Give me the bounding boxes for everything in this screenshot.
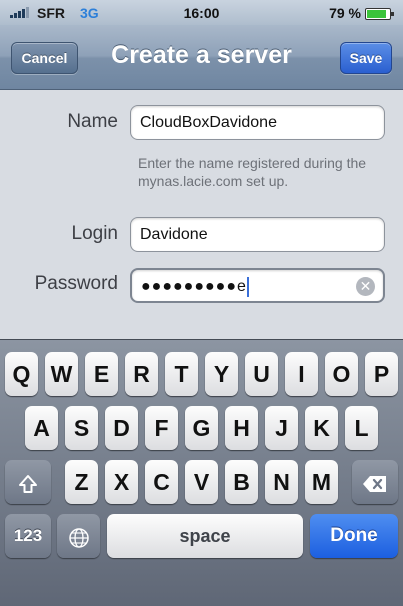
battery-icon xyxy=(365,8,394,20)
login-label: Login xyxy=(71,223,119,244)
status-bar: SFR 3G 16:00 79 % xyxy=(0,0,403,25)
key-r[interactable]: R xyxy=(125,352,158,396)
password-last-char: e xyxy=(236,278,246,295)
password-field[interactable]: ●●●●●●●●●e ✕ xyxy=(130,268,385,303)
key-o[interactable]: O xyxy=(325,352,358,396)
shift-key[interactable] xyxy=(5,460,51,504)
server-form: Name CloudBoxDavidone Enter the name reg… xyxy=(0,90,403,338)
key-g[interactable]: G xyxy=(185,406,218,450)
key-b[interactable]: B xyxy=(225,460,258,504)
key-v[interactable]: V xyxy=(185,460,218,504)
space-key[interactable]: space xyxy=(107,514,303,558)
key-k[interactable]: K xyxy=(305,406,338,450)
key-w[interactable]: W xyxy=(45,352,78,396)
key-e[interactable]: E xyxy=(85,352,118,396)
shift-arrow-icon xyxy=(19,474,37,493)
save-button[interactable]: Save xyxy=(340,42,392,74)
clear-text-icon[interactable]: ✕ xyxy=(356,277,375,296)
key-z[interactable]: Z xyxy=(65,460,98,504)
key-u[interactable]: U xyxy=(245,352,278,396)
key-n[interactable]: N xyxy=(265,460,298,504)
key-l[interactable]: L xyxy=(345,406,378,450)
globe-icon xyxy=(68,528,89,548)
key-y[interactable]: Y xyxy=(205,352,238,396)
key-m[interactable]: M xyxy=(305,460,338,504)
screen: SFR 3G 16:00 79 % Cancel Create a server… xyxy=(0,0,403,606)
key-p[interactable]: P xyxy=(365,352,398,396)
name-help-text: Enter the name registered during the myn… xyxy=(138,155,367,189)
navigation-bar: Cancel Create a server Save xyxy=(0,25,403,90)
name-label: Name xyxy=(67,111,118,132)
login-field[interactable]: Davidone xyxy=(130,217,385,252)
key-x[interactable]: X xyxy=(105,460,138,504)
backspace-icon xyxy=(363,475,386,492)
key-s[interactable]: S xyxy=(65,406,98,450)
keyboard: Q W E R T Y U I O P A S D F G H J K L Z … xyxy=(0,339,403,606)
key-q[interactable]: Q xyxy=(5,352,38,396)
password-label: Password xyxy=(34,273,118,294)
password-masked-text: ●●●●●●●●● xyxy=(141,278,237,295)
name-field[interactable]: CloudBoxDavidone xyxy=(130,105,385,140)
key-d[interactable]: D xyxy=(105,406,138,450)
battery-percentage: 79 % xyxy=(329,5,361,21)
key-c[interactable]: C xyxy=(145,460,178,504)
backspace-key[interactable] xyxy=(352,460,398,504)
numbers-key[interactable]: 123 xyxy=(5,514,51,558)
key-h[interactable]: H xyxy=(225,406,258,450)
globe-key[interactable] xyxy=(57,514,100,558)
text-cursor xyxy=(246,276,249,297)
done-key[interactable]: Done xyxy=(310,514,398,558)
key-f[interactable]: F xyxy=(145,406,178,450)
key-i[interactable]: I xyxy=(285,352,318,396)
key-a[interactable]: A xyxy=(25,406,58,450)
key-j[interactable]: J xyxy=(265,406,298,450)
key-t[interactable]: T xyxy=(165,352,198,396)
